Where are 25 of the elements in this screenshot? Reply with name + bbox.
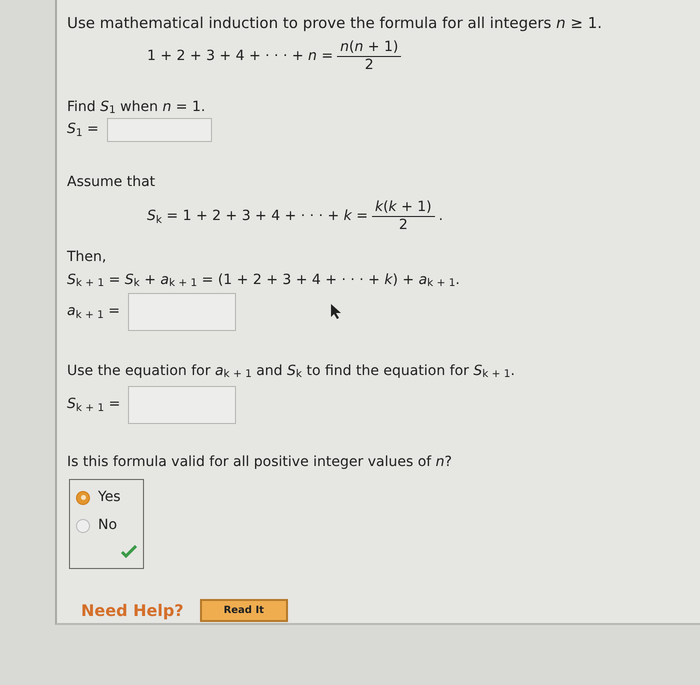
radio-button[interactable] [76,518,90,532]
radio-button[interactable] [76,490,90,504]
prompt-text: Find S$_{1}$ when n = 1. [67,98,206,118]
equation-text: S$_{k + 1}$ = S$_{k}$ + a$_{k + 1}$ = (1 + 2 + 3 + 4 + · · · + k) + a$_{k + 1}$. [67,270,461,290]
formula-text: 1 + 2 + 3 + 4 + · · · + n = [147,47,334,66]
field-label: S$_{k + 1}$ = [67,395,120,415]
answer-field[interactable] [106,118,212,142]
answer-field[interactable] [128,386,236,424]
answer-field[interactable] [128,292,236,330]
cursor-icon [330,303,342,319]
question-text: Is this formula valid for all positive integer values of n? [67,452,453,472]
heading-text: Then, [67,248,108,266]
field-label: S$_{1}$ = [67,120,99,140]
help-label: Need Help? [81,600,184,622]
heading-text: Assume that [67,172,156,192]
period-text: . [438,207,444,226]
fraction: k(k + 1) 2 [372,198,435,234]
read-it-button[interactable]: Read It [200,599,288,622]
prompt-text: Use the equation for a$_{k + 1}$ and S$_{k}$ to find the equation for S$_{k + 1}$. [67,362,516,382]
fraction: n(n + 1) 2 [337,38,402,74]
formula-text: S$_{k}$ = 1 + 2 + 3 + 4 + · · · + k = [147,207,368,227]
field-label: a$_{k + 1}$ = [67,302,120,322]
option-label: Yes [98,488,121,507]
question-text: Use mathematical induction to prove the formula for all integers n ≥ 1. [67,13,604,34]
option-label: No [98,516,118,535]
